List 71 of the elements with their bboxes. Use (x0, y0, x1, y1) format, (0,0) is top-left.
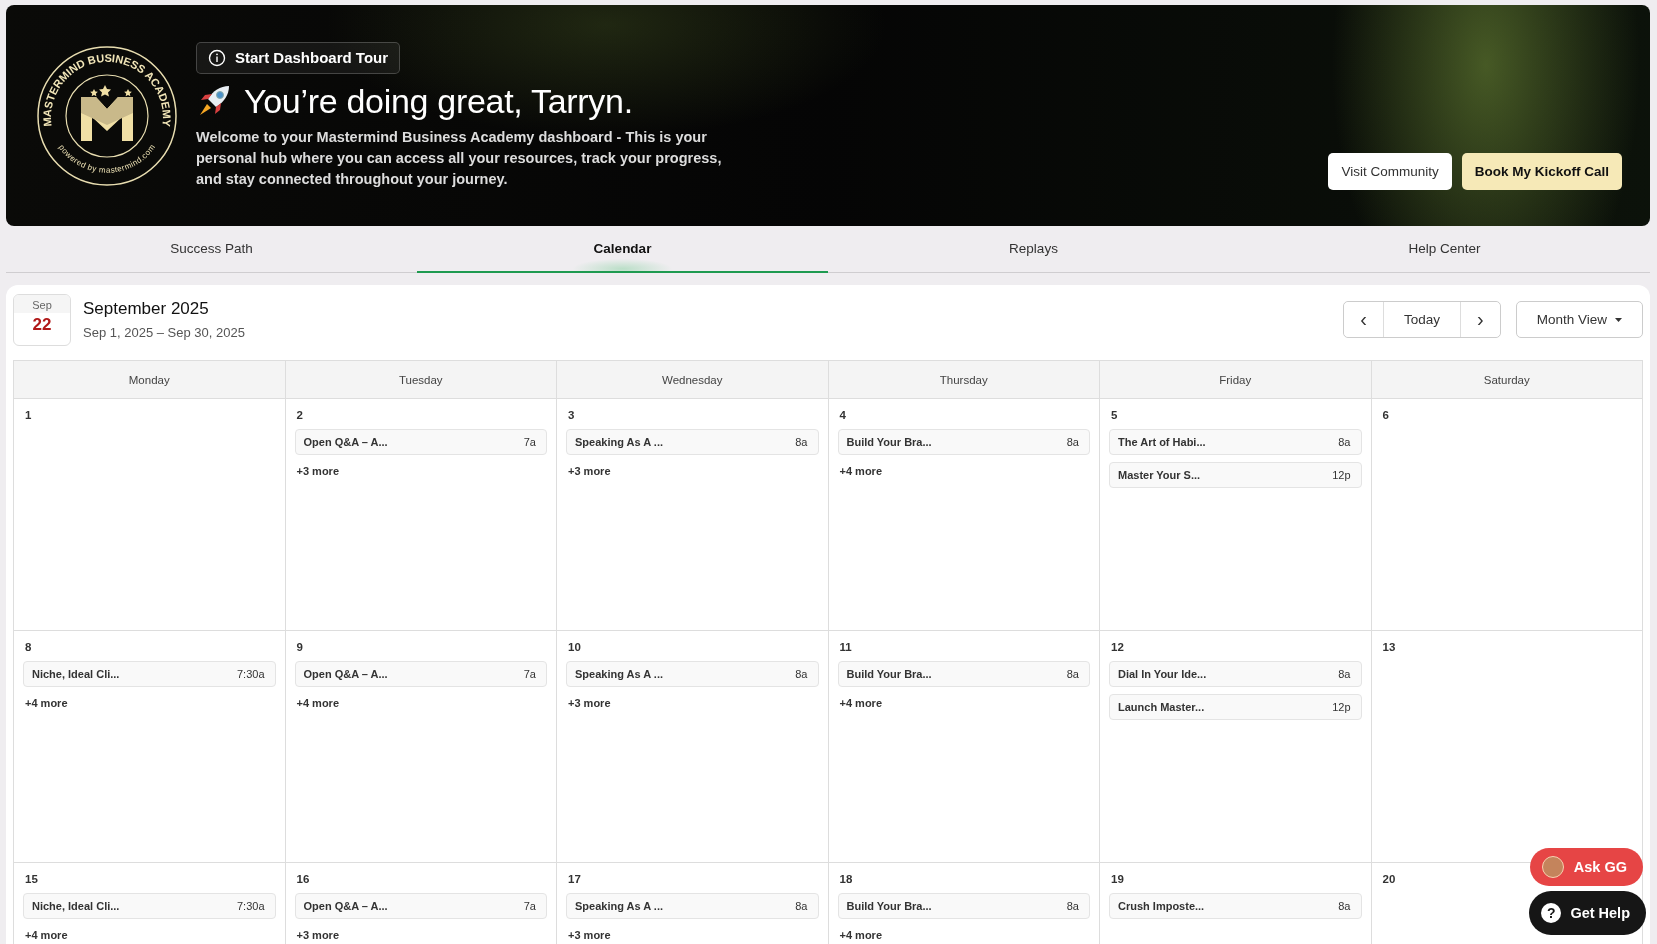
more-events-link[interactable]: +4 more (294, 694, 341, 712)
event-item[interactable]: Build Your Bra... 8a (837, 661, 1090, 687)
event-item[interactable]: Niche, Ideal Cli... 7:30a (23, 661, 276, 687)
day-number: 4 (839, 409, 846, 421)
book-call-button[interactable]: Book My Kickoff Call (1461, 153, 1622, 190)
weekday-header: Wednesday (557, 361, 829, 399)
day-number: 17 (568, 873, 581, 885)
more-events-link[interactable]: +3 more (566, 462, 613, 480)
event-item[interactable]: Launch Master... 12p (1109, 694, 1362, 720)
day-number: 3 (568, 409, 575, 421)
ask-assistant-button[interactable]: Ask GG (1529, 848, 1643, 886)
day-number: 1 (25, 409, 32, 421)
badge-day: 22 (32, 314, 52, 335)
more-events-link[interactable]: +3 more (294, 462, 341, 480)
day-number: 12 (1111, 641, 1124, 653)
nav-tab[interactable]: Success Path (6, 226, 417, 273)
day-number: 20 (1382, 873, 1396, 885)
event-item[interactable]: Speaking As A ... 8a (566, 893, 819, 919)
date-range: Sep 1, 2025 – Sep 30, 2025 (83, 325, 245, 340)
day-number: 6 (1382, 409, 1389, 421)
day-number: 2 (296, 409, 303, 421)
more-events-link[interactable]: +3 more (294, 926, 341, 944)
day-number: 5 (1111, 409, 1118, 421)
day-number: 9 (296, 641, 303, 653)
event-item[interactable]: Open Q&A – A... 7a (294, 661, 547, 687)
today-button[interactable]: Today (1383, 302, 1462, 337)
event-item[interactable]: Dial In Your Ide... 8a (1109, 661, 1362, 687)
day-number: 18 (839, 873, 853, 885)
event-item[interactable]: Open Q&A – A... 7a (294, 893, 547, 919)
caret-icon (1615, 317, 1622, 322)
event-item[interactable]: Build Your Bra... 8a (837, 893, 1090, 919)
day-number: 13 (1382, 641, 1396, 653)
weekday-header: Saturday (1371, 361, 1643, 399)
event-item[interactable]: Build Your Bra... 8a (837, 429, 1090, 455)
nav-tab[interactable]: Help Center (1239, 226, 1650, 273)
event-item[interactable]: Speaking As A ... 8a (566, 429, 819, 455)
nav-tab[interactable]: Replays (828, 226, 1239, 273)
event-item[interactable]: Speaking As A ... 8a (566, 661, 819, 687)
more-events-link[interactable]: +4 more (837, 926, 884, 944)
weekday-header: Monday (14, 361, 286, 399)
more-events-link[interactable]: +3 more (566, 694, 613, 712)
day-number: 11 (839, 641, 852, 653)
event-item[interactable]: Open Q&A – A... 7a (294, 429, 547, 455)
event-item[interactable]: Niche, Ideal Cli... 7:30a (23, 893, 276, 919)
view-dropdown[interactable]: Month View (1515, 301, 1643, 338)
start-tour-button[interactable]: Start Dashboard Tour (196, 41, 401, 74)
more-events-link[interactable]: +4 more (23, 926, 70, 944)
weekday-header: Friday (1100, 361, 1372, 399)
avatar-icon (1541, 856, 1564, 878)
more-events-link[interactable]: +4 more (23, 694, 70, 712)
welcome-text: Welcome to your Mastermind Business Academy dashboard - This is your personal hub where you can access all your resources, track your progress, and stay connected throughout your journey. (196, 127, 723, 189)
day-number: 10 (568, 641, 581, 653)
badge-month: Sep (14, 294, 70, 313)
get-help-button[interactable]: ? Get Help (1529, 891, 1646, 935)
more-events-link[interactable]: +4 more (837, 462, 884, 480)
weekday-header: Thursday (828, 361, 1100, 399)
day-number: 15 (25, 873, 38, 885)
info-icon (208, 48, 226, 67)
event-item[interactable]: Crush Imposte... 8a (1109, 893, 1362, 919)
help-icon: ? (1541, 903, 1562, 923)
event-item[interactable]: Master Your S... 12p (1109, 462, 1362, 488)
day-number: 19 (1111, 873, 1124, 885)
more-events-link[interactable]: +4 more (837, 694, 884, 712)
month-title: September 2025 (83, 299, 210, 319)
day-number: 8 (25, 641, 32, 653)
day-number: 16 (296, 873, 310, 885)
more-events-link[interactable]: +3 more (566, 926, 613, 944)
weekday-header: Tuesday (285, 361, 557, 399)
welcome-heading: You’re doing great, Tarryn. (244, 81, 633, 121)
event-item[interactable]: The Art of Habi... 8a (1109, 429, 1362, 455)
community-button[interactable]: Visit Community (1328, 153, 1452, 190)
